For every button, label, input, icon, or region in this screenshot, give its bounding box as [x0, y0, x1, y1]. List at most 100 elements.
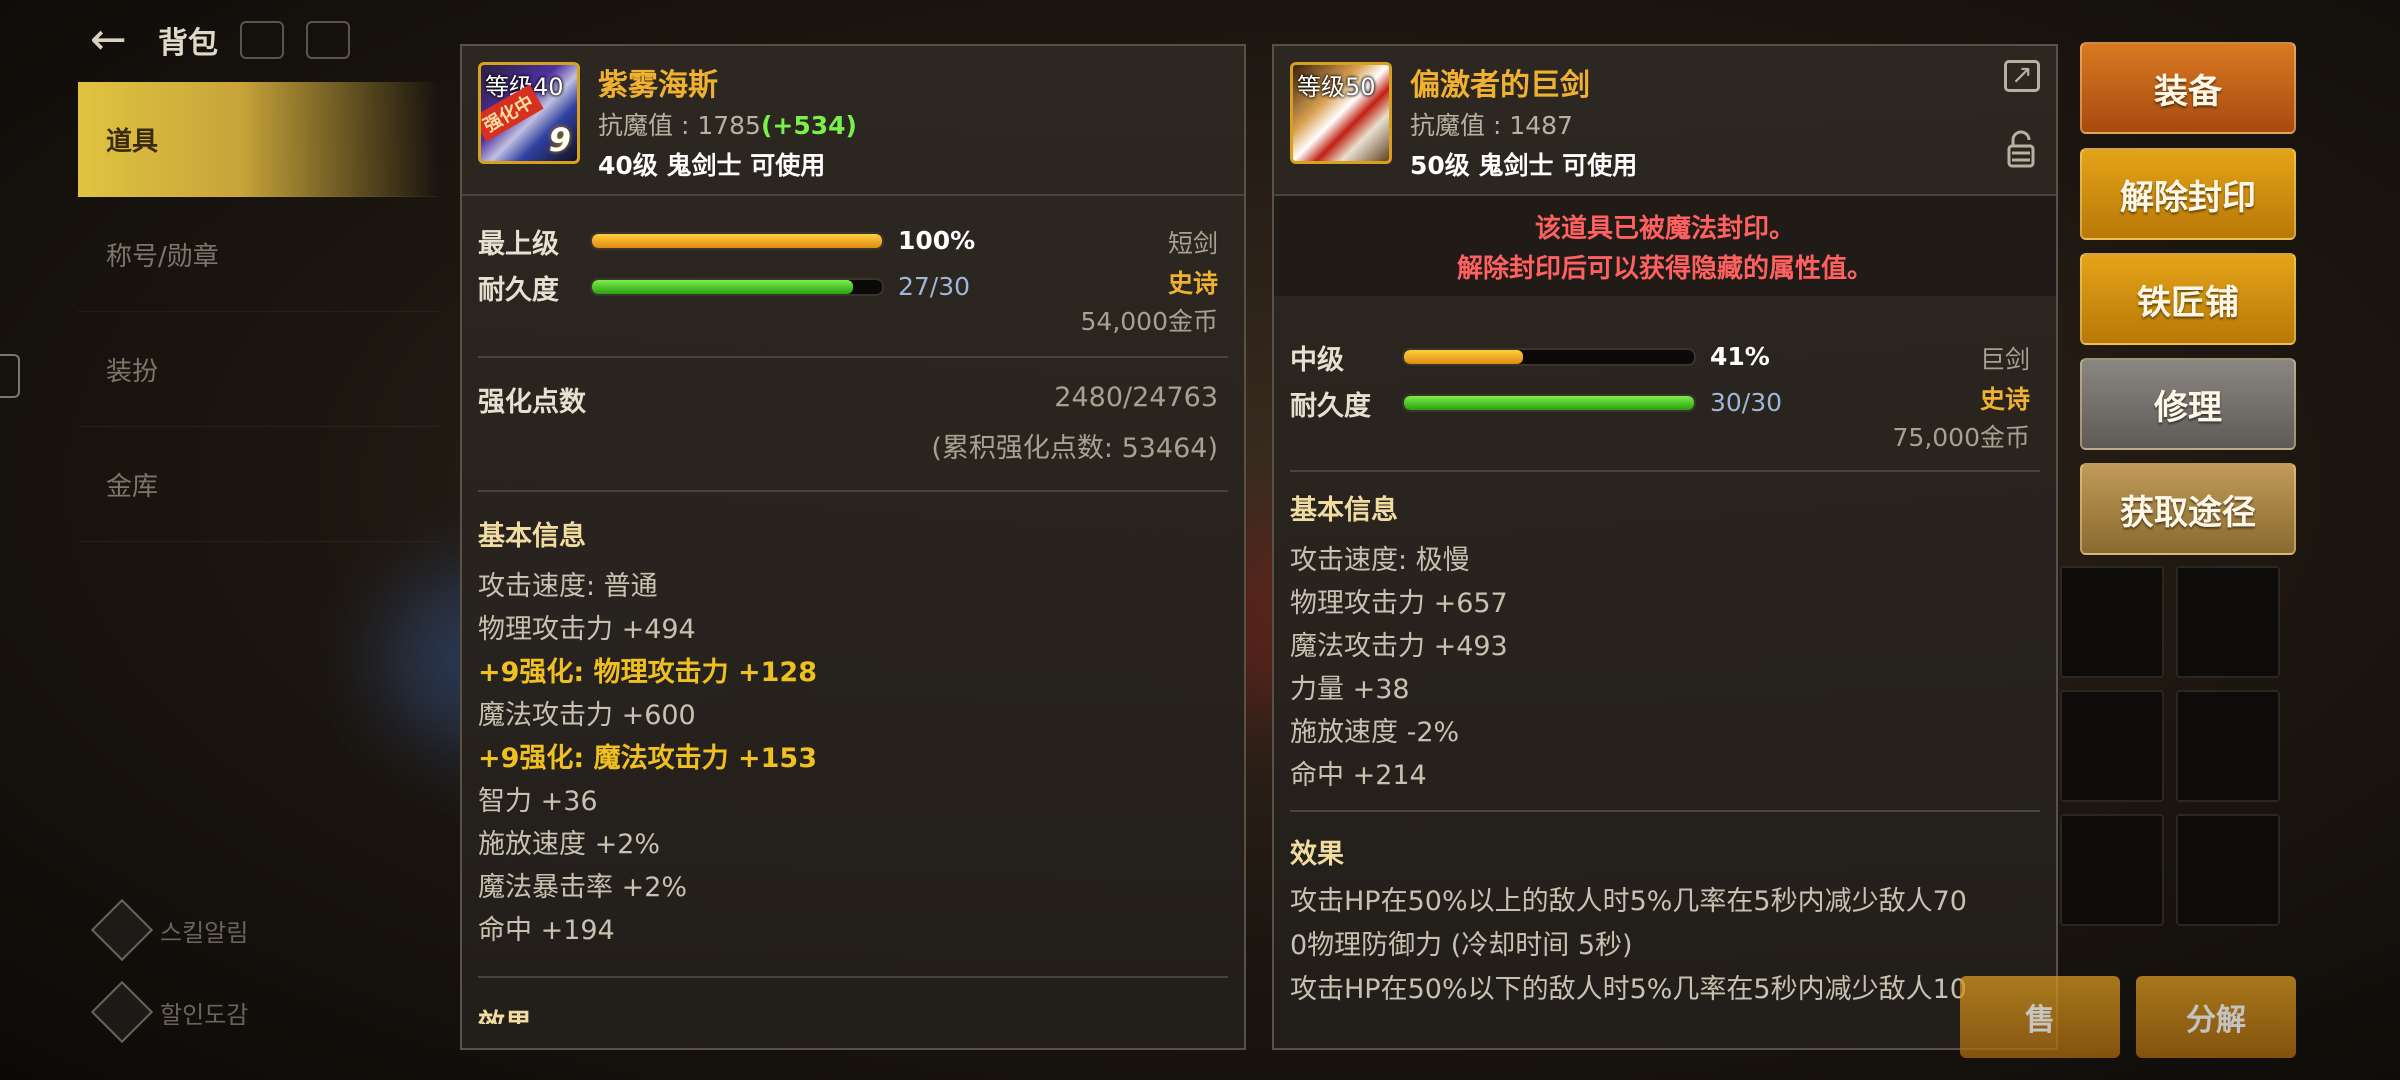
stat-line: 魔法暴击率 +2%: [478, 872, 688, 903]
item-rarity: 史诗: [1167, 269, 1218, 298]
item-price: 54,000金币: [1080, 307, 1218, 336]
grade-percent: 100%: [898, 226, 976, 255]
divider: [478, 490, 1228, 492]
magic-resist-value: 抗魔值 : 1785: [598, 111, 761, 140]
stat-line: 魔法攻击力 +493: [1290, 631, 1508, 662]
sell-button[interactable]: 售: [1960, 976, 2120, 1058]
sell-label: 售: [2025, 1003, 2055, 1038]
discount-guide-label: 할인도감: [160, 1000, 249, 1029]
durability-bar-fill: [1404, 396, 1694, 410]
calendar-icon[interactable]: [306, 21, 350, 59]
edge-tab-icon[interactable]: [0, 354, 20, 398]
repair-button-label: 修理: [2154, 387, 2222, 428]
sidebar-item-avatar[interactable]: 装扮: [78, 312, 438, 427]
magic-resist-bonus: (+534): [760, 111, 857, 140]
stat-line-enhanced: +9强化: 物理攻击力 +128: [478, 657, 817, 688]
inventory-slot[interactable]: [2060, 690, 2164, 802]
unseal-button[interactable]: 解除封印: [2080, 148, 2296, 240]
seal-notice-line1: 该道具已被魔法封印。: [1534, 214, 1795, 244]
equip-button[interactable]: 装备: [2080, 42, 2296, 134]
disassemble-button[interactable]: 分解: [2136, 976, 2296, 1058]
durability-label: 耐久度: [478, 275, 559, 306]
sidebar-item-titles[interactable]: 称号/勋章: [78, 197, 438, 312]
divider: [1290, 470, 2040, 472]
unlock-icon[interactable]: [2006, 130, 2036, 168]
item-price: 75,000金币: [1892, 423, 2030, 452]
eye-icon[interactable]: [240, 21, 284, 59]
discount-guide-button[interactable]: 할인도감: [90, 980, 249, 1044]
sidebar-item-vault[interactable]: 金库: [78, 427, 438, 542]
inventory-slot[interactable]: [2176, 814, 2280, 926]
skill-alert-button[interactable]: 스킬알림: [90, 898, 249, 962]
effect-title: 效果: [478, 1004, 532, 1024]
stat-line: 攻击速度: 极慢: [1290, 545, 1470, 576]
sidebar-item-label: 称号/勋章: [106, 241, 219, 272]
stat-line: 魔法攻击力 +600: [478, 700, 696, 731]
inventory-slot[interactable]: [2060, 814, 2164, 926]
blacksmith-button[interactable]: 铁匠铺: [2080, 253, 2296, 345]
top-bar: ← 背包: [90, 10, 350, 70]
sidebar: 道具 称号/勋章 装扮 金库: [78, 82, 438, 542]
stat-line: 攻击速度: 普通: [478, 571, 658, 602]
item-name: 紫雾海斯: [598, 68, 718, 103]
grade-bar: [1402, 348, 1696, 366]
durability-bar: [1402, 394, 1696, 412]
seal-notice-line2: 解除封印后可以获得隐藏的属性值。: [1456, 254, 1873, 284]
item-header: 等级50 偏激者的巨剑 抗魔值 : 1487 50级 鬼剑士 可使用 ↗: [1274, 46, 2056, 196]
stat-line: 物理攻击力 +657: [1290, 588, 1508, 619]
usable-class: 50级 鬼剑士 可使用: [1410, 151, 1638, 180]
magic-resist-value: 抗魔值 : 1487: [1410, 111, 1573, 140]
share-icon[interactable]: ↗: [2004, 60, 2040, 92]
skill-alert-label: 스킬알림: [160, 918, 249, 947]
durability-bar-fill: [592, 280, 853, 294]
inventory-slot[interactable]: [2176, 566, 2280, 678]
unseal-button-label: 解除封印: [2120, 177, 2256, 218]
durability-bar: [590, 278, 884, 296]
stat-line: 施放速度 +2%: [478, 829, 661, 860]
divider: [478, 976, 1228, 978]
item-level-tag: 等级50: [1297, 73, 1376, 101]
seal-notice: 该道具已被魔法封印。 解除封印后可以获得隐藏的属性值。: [1274, 196, 2056, 296]
acquire-source-button-label: 获取途径: [2120, 492, 2256, 533]
grade-bar-fill: [592, 234, 882, 248]
grade-label: 中级: [1290, 345, 1344, 376]
effect-line: 攻击HP在50%以上的敌人时5%几率在5秒内减少敌人70: [1290, 886, 1967, 917]
item-type: 短剑: [1167, 229, 1218, 258]
grade-label: 最上级: [478, 229, 559, 260]
enhance-points-total: (累积强化点数: 53464): [931, 433, 1218, 464]
effect-title: 效果: [1290, 839, 1344, 870]
repair-button[interactable]: 修理: [2080, 358, 2296, 450]
equip-button-label: 装备: [2154, 71, 2222, 112]
effect-title-clipped: 效果: [478, 1004, 532, 1024]
page-title: 背包: [158, 26, 218, 61]
usable-class: 40级 鬼剑士 可使用: [598, 151, 826, 180]
enhance-points-label: 强化点数: [478, 387, 586, 418]
item-type: 巨剑: [1979, 345, 2030, 374]
stat-line: 施放速度 -2%: [1290, 717, 1460, 748]
grade-percent: 41%: [1710, 342, 1770, 371]
inventory-slot[interactable]: [2060, 566, 2164, 678]
effect-line: 0物理防御力 (冷却时间 5秒): [1290, 930, 1633, 961]
sidebar-item-label: 金库: [106, 471, 159, 502]
durability-value: 27/30: [898, 272, 971, 301]
stat-line: 物理攻击力 +494: [478, 614, 696, 645]
stat-line: 命中 +194: [478, 915, 615, 946]
sidebar-item-items[interactable]: 道具: [78, 82, 438, 197]
grade-bar-fill: [1404, 350, 1523, 364]
blacksmith-button-label: 铁匠铺: [2137, 282, 2239, 323]
sidebar-item-label: 道具: [106, 126, 159, 157]
skill-alert-icon: [90, 898, 154, 962]
grade-bar: [590, 232, 884, 250]
effect-line: 攻击HP在50%以下的敌人时5%几率在5秒内减少敌人10: [1290, 974, 1967, 1005]
acquire-source-button[interactable]: 获取途径: [2080, 463, 2296, 555]
disassemble-label: 分解: [2186, 1003, 2246, 1038]
durability-value: 30/30: [1710, 388, 1783, 417]
item-header: 等级40 强化中 9 紫雾海斯 抗魔值 : 1785(+534) 40级 鬼剑士…: [462, 46, 1244, 196]
magic-resist: 抗魔值 : 1785(+534): [598, 106, 857, 142]
back-arrow-icon[interactable]: ←: [90, 17, 136, 63]
enhance-points-value: 2480/24763: [1054, 382, 1218, 413]
inventory-slot[interactable]: [2176, 690, 2280, 802]
greatsword-item-icon: 等级50: [1290, 62, 1392, 164]
basic-info-title: 基本信息: [478, 521, 586, 552]
stat-line-enhanced: +9强化: 魔法攻击力 +153: [478, 743, 817, 774]
